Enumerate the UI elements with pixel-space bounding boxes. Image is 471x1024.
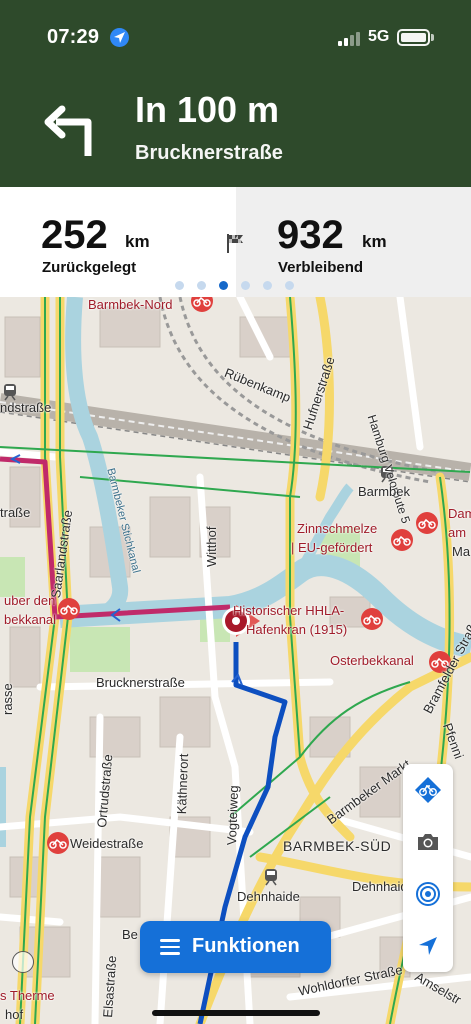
map-label: Witthof [204, 526, 219, 567]
status-time: 07:29 [47, 26, 100, 48]
battery-icon [397, 29, 430, 46]
broadcast-icon [416, 882, 440, 906]
map-label: Käthnerort [174, 753, 192, 815]
map-label: Barmbek-Nord [88, 297, 173, 312]
page-dot[interactable] [219, 281, 228, 290]
turn-left-icon [44, 105, 92, 156]
traveled-unit: km [125, 232, 150, 251]
bike-poi-icon[interactable] [415, 511, 439, 535]
map-label: Historischer HHLA- [233, 603, 345, 618]
map-label: Dam [448, 506, 471, 521]
home-indicator[interactable] [152, 1010, 320, 1016]
bike-poi-icon[interactable] [57, 597, 81, 621]
bike-route-icon [415, 777, 441, 803]
page-dot[interactable] [197, 281, 206, 290]
status-bar: 07:29 5G [0, 0, 471, 74]
instruction-street: Brucknerstraße [135, 142, 283, 164]
location-services-icon [110, 28, 129, 47]
map-label: Vogteiweg [224, 785, 242, 846]
bike-poi-icon[interactable] [390, 528, 414, 552]
map-label: traße [0, 505, 31, 520]
network-type: 5G [368, 28, 390, 45]
map-label: BARMBEK-SÜD [283, 838, 392, 854]
bike-poi-icon[interactable] [360, 607, 384, 631]
finish-flag-icon [227, 234, 243, 253]
map-label: Weidestraße [70, 836, 144, 851]
remaining-label: Verbleibend [278, 259, 364, 276]
map-label: Be [122, 927, 138, 942]
page-dot[interactable] [175, 281, 184, 290]
traveled-label: Zurückgelegt [42, 259, 137, 276]
stats-right-background [236, 187, 471, 297]
train-station-icon [265, 869, 277, 886]
map-label: s Therme [0, 988, 55, 1003]
navigation-header: 07:29 5G In 100 m Brucknerstraße [0, 0, 471, 187]
map-label: Brucknerstraße [96, 675, 185, 690]
bike-poi-icon[interactable] [190, 297, 214, 313]
navigation-arrow-icon [419, 937, 437, 955]
bike-route-button[interactable] [403, 764, 453, 816]
functions-button-label: Funktionen [192, 935, 300, 957]
map-label: ndstraße [0, 400, 52, 415]
camera-button[interactable] [403, 816, 453, 868]
map-controls [403, 764, 453, 972]
map-label: | EU-gefördert [291, 540, 373, 555]
page-dot[interactable] [285, 281, 294, 290]
traveled-value: 252 [41, 213, 108, 257]
battery-tip [431, 34, 434, 41]
map-label: Osterbekkanal [330, 653, 414, 668]
menu-icon [160, 939, 180, 955]
train-station-icon [4, 384, 16, 401]
remaining-unit: km [362, 232, 387, 251]
compass-icon[interactable] [12, 951, 34, 973]
map-label: Barmbek [358, 484, 411, 499]
camera-icon [418, 834, 438, 850]
map-label: bekkanal [4, 612, 57, 627]
map-label: Zinnschmelze [297, 521, 378, 536]
page-dot[interactable] [263, 281, 272, 290]
map-label: Dehnhaide [237, 889, 300, 904]
map-view[interactable]: Barmbek-Nord Rübenkamp Hufnerstraße Hamb… [0, 297, 471, 1024]
bike-poi-icon[interactable] [46, 831, 70, 855]
cellular-signal-icon [338, 32, 361, 46]
map-label: Ma [452, 544, 471, 559]
broadcast-button[interactable] [403, 868, 453, 920]
remaining-value: 932 [277, 213, 344, 257]
map-label: Hafenkran (1915) [246, 622, 348, 637]
page-dot[interactable] [241, 281, 250, 290]
functions-button[interactable]: Funktionen [140, 921, 331, 973]
instruction-distance: In 100 m [135, 89, 280, 130]
map-label: uber den [4, 593, 56, 608]
map-label: rasse [0, 683, 15, 715]
map-label: am [448, 525, 467, 540]
recenter-button[interactable] [403, 920, 453, 972]
map-label: hof [5, 1007, 24, 1022]
